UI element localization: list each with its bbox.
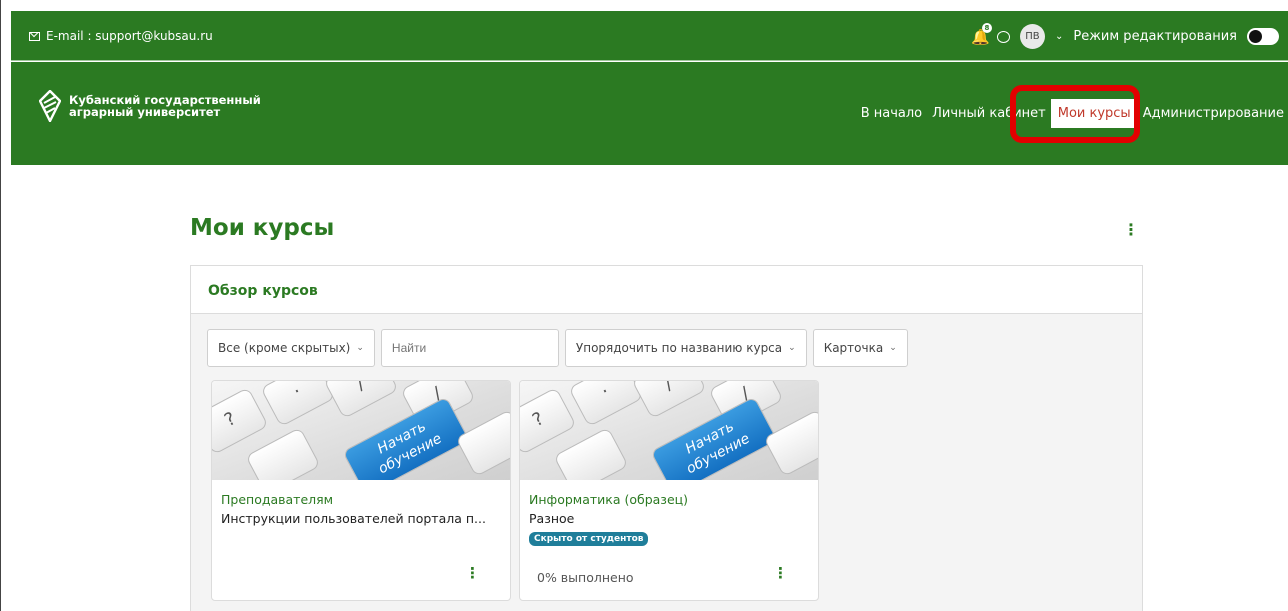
university-name: Кубанский государственный аграрный униве… bbox=[69, 94, 261, 118]
university-logo-icon bbox=[39, 90, 61, 122]
hidden-from-students-badge: Скрыто от студентов bbox=[529, 532, 649, 546]
course-overview-block: Обзор курсов Все (кроме скрытых) ⌄ Упоря… bbox=[190, 265, 1143, 611]
course-card-body: Информатика (образец) Разное Скрыто от с… bbox=[520, 480, 818, 558]
course-filters: Все (кроме скрытых) ⌄ Упорядочить по наз… bbox=[207, 329, 908, 367]
chevron-down-icon: ⌄ bbox=[356, 343, 364, 353]
user-controls: 🔔 8 ПВ ⌄ Режим редактирования bbox=[971, 22, 1279, 49]
course-cards: ? · / / Начать обучение Преподавателям И… bbox=[211, 380, 819, 601]
course-category[interactable]: Информатика (образец) bbox=[529, 492, 809, 507]
chevron-down-icon: ⌄ bbox=[889, 343, 897, 353]
course-progress: 0% выполнено bbox=[537, 570, 634, 585]
nav-administration[interactable]: Администрирование bbox=[1138, 100, 1288, 127]
course-search-input[interactable] bbox=[380, 329, 559, 367]
top-utility-bar: E-mail : support@kubsau.ru 🔔 8 ПВ ⌄ Режим… bbox=[11, 11, 1288, 61]
annotation-highlight-box bbox=[1010, 85, 1140, 143]
mail-icon bbox=[29, 31, 40, 41]
grouping-dropdown[interactable]: Все (кроме скрытых) ⌄ bbox=[207, 329, 375, 367]
view-dropdown-label: Карточка bbox=[823, 341, 884, 355]
course-actions-menu-icon[interactable]: ⋮ bbox=[465, 564, 480, 582]
university-name-line2: аграрный университет bbox=[69, 105, 221, 119]
user-menu-chevron-icon[interactable]: ⌄ bbox=[1055, 31, 1063, 42]
course-name[interactable]: Разное bbox=[529, 511, 809, 526]
sort-dropdown[interactable]: Упорядочить по названию курса ⌄ bbox=[564, 329, 807, 367]
support-email[interactable]: E-mail : support@kubsau.ru bbox=[29, 29, 213, 43]
view-dropdown[interactable]: Карточка ⌄ bbox=[812, 329, 908, 367]
course-card[interactable]: ? · / / Начать обучение Информатика (обр… bbox=[519, 380, 819, 601]
notification-count-badge: 8 bbox=[981, 22, 992, 33]
sort-dropdown-label: Упорядочить по названию курса bbox=[575, 341, 783, 355]
page-actions-menu-icon[interactable]: ⋮ bbox=[1123, 220, 1139, 239]
grouping-dropdown-label: Все (кроме скрытых) bbox=[218, 341, 351, 355]
block-title: Обзор курсов bbox=[191, 266, 1142, 314]
page-title: Мои курсы bbox=[190, 215, 335, 241]
chevron-down-icon: ⌄ bbox=[788, 343, 796, 353]
browser-viewport: E-mail : support@kubsau.ru 🔔 8 ПВ ⌄ Режим… bbox=[0, 0, 1288, 611]
course-actions-menu-icon[interactable]: ⋮ bbox=[773, 564, 788, 582]
notifications-icon[interactable]: 🔔 8 bbox=[971, 22, 992, 45]
course-card[interactable]: ? · / / Начать обучение Преподавателям И… bbox=[211, 380, 511, 601]
edit-mode-toggle[interactable] bbox=[1247, 28, 1279, 45]
edit-mode-label: Режим редактирования bbox=[1073, 29, 1237, 44]
support-email-text: E-mail : support@kubsau.ru bbox=[46, 29, 213, 43]
nav-home[interactable]: В начало bbox=[856, 100, 927, 127]
site-logo[interactable]: Кубанский государственный аграрный униве… bbox=[39, 90, 261, 122]
messages-icon[interactable] bbox=[996, 30, 1010, 43]
course-card-body: Преподавателям Инструкции пользователей … bbox=[212, 480, 510, 538]
course-image[interactable]: ? · / / Начать обучение bbox=[520, 381, 818, 480]
course-name[interactable]: Инструкции пользователей портала п... bbox=[221, 511, 501, 526]
course-image[interactable]: ? · / / Начать обучение bbox=[212, 381, 510, 480]
user-avatar[interactable]: ПВ bbox=[1019, 24, 1045, 49]
course-category[interactable]: Преподавателям bbox=[221, 492, 501, 507]
